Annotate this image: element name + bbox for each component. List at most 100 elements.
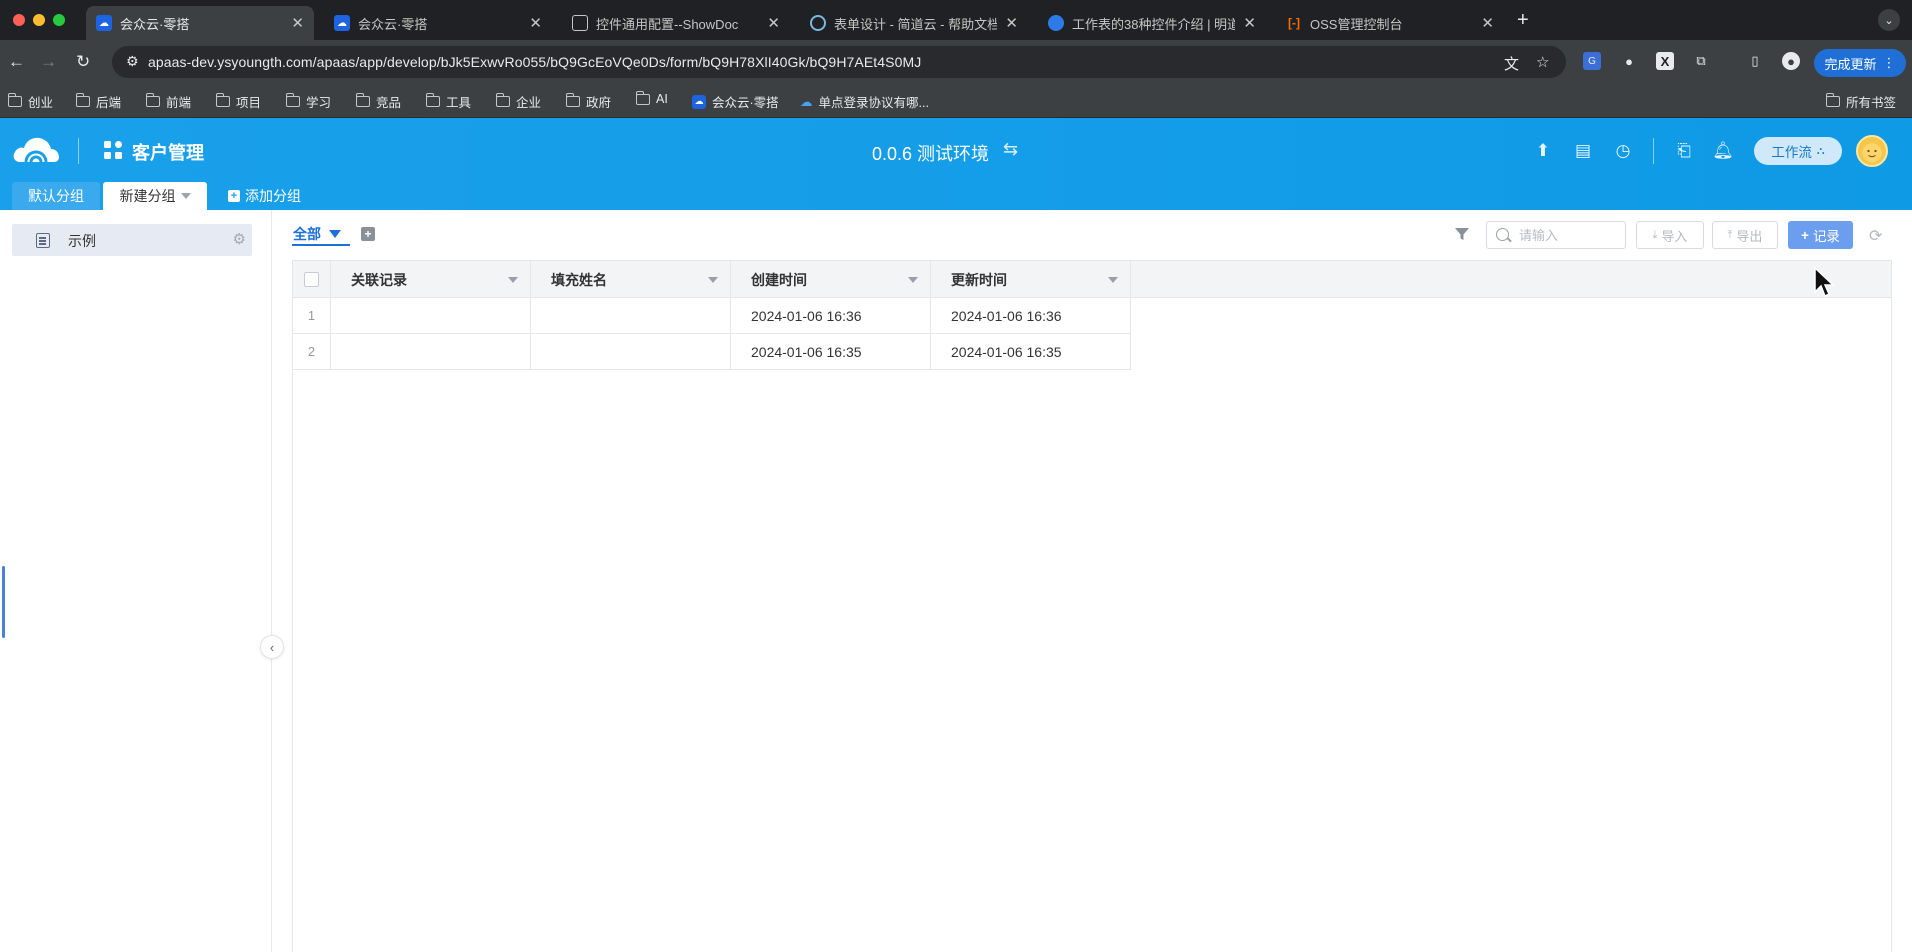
plus-square-icon: + (228, 190, 240, 202)
column-menu-caret-icon[interactable] (1108, 276, 1118, 283)
bookmark-folder[interactable]: 学习 (285, 92, 331, 111)
profile-icon[interactable]: ● (1782, 52, 1800, 70)
bookmark-folder[interactable]: AI (635, 90, 668, 106)
site-info-icon[interactable]: ⚙ (126, 53, 139, 70)
bookmark-folder[interactable]: 创业 (7, 92, 53, 111)
window-close-button[interactable] (13, 14, 25, 26)
tab-search-chevron-icon[interactable]: ⌄ (1878, 9, 1900, 31)
table-cell[interactable] (531, 334, 731, 369)
tab-close-icon[interactable]: ✕ (1243, 14, 1256, 32)
clipboard-icon[interactable]: ⎗ (1674, 141, 1694, 161)
view-tab-all[interactable]: 全部 (293, 224, 341, 244)
table-cell[interactable] (531, 298, 731, 333)
collapse-sidebar-chevron-left-icon[interactable]: ‹ (260, 635, 284, 659)
window-minimize-button[interactable] (33, 14, 45, 26)
publish-upload-icon[interactable]: ⬆ (1533, 141, 1553, 161)
column-header[interactable]: 创建时间 (731, 261, 931, 298)
extensions-puzzle-icon[interactable]: ⧉ (1692, 52, 1710, 70)
back-arrow-icon[interactable]: ← (8, 52, 25, 72)
column-header[interactable]: 更新时间 (931, 261, 1131, 298)
gear-icon[interactable]: ⚙ (233, 230, 246, 248)
browser-tab-3[interactable]: 控件通用配置--ShowDoc ✕ (562, 6, 790, 40)
browser-tab-6[interactable]: [-] OSS管理控制台 ✕ (1276, 6, 1504, 40)
column-menu-caret-icon[interactable] (708, 276, 718, 283)
tab-close-icon[interactable]: ✕ (1481, 14, 1494, 32)
record-extension-icon[interactable]: ● (1620, 52, 1638, 70)
new-tab-icon[interactable]: + (1517, 10, 1529, 30)
translate-icon[interactable]: 文 (1504, 53, 1519, 74)
bookmark-label: 单点登录协议有哪... (818, 96, 929, 110)
browser-tab-1[interactable]: ☁ 会众云·零搭 ✕ (86, 6, 314, 40)
history-clock-icon[interactable]: ◷ (1613, 141, 1633, 161)
tab-close-icon[interactable]: ✕ (1005, 14, 1018, 32)
bookmark-folder[interactable]: 后端 (75, 92, 121, 111)
app-logo-icon[interactable] (12, 134, 60, 166)
refresh-icon[interactable]: ⟳ (1869, 226, 1882, 246)
tab-title: 会众云·零搭 (358, 16, 428, 32)
bookmark-folder[interactable]: 工具 (425, 92, 471, 111)
update-button[interactable]: 完成更新 ⋮ (1814, 49, 1906, 77)
app-title: 客户管理 (132, 143, 204, 163)
browser-tab-5[interactable]: 工作表的38种控件介绍 | 明道云 ✕ (1038, 6, 1266, 40)
caret-down-icon[interactable] (329, 230, 341, 238)
add-group-button[interactable]: + 添加分组 (228, 186, 301, 206)
import-button[interactable]: ⤓ 导入 (1636, 221, 1704, 249)
translate-extension-icon[interactable]: G (1583, 52, 1601, 70)
side-panel-icon[interactable]: ▯ (1746, 52, 1764, 70)
table-cell[interactable]: 2024-01-06 16:36 (931, 298, 1131, 333)
all-bookmarks-folder[interactable]: 所有书签 (1825, 92, 1896, 111)
browser-tab-2[interactable]: ☁ 会众云·零搭 ✕ (324, 6, 552, 40)
table-cell[interactable]: 2024-01-06 16:35 (731, 334, 931, 369)
document-icon[interactable]: ▤ (1573, 141, 1593, 161)
add-view-icon[interactable]: + (361, 227, 375, 241)
tab-title: 控件通用配置--ShowDoc (596, 16, 739, 32)
active-view-underline (292, 244, 350, 246)
search-input-box[interactable] (1486, 221, 1626, 249)
avatar[interactable] (1856, 135, 1888, 167)
tab-close-icon[interactable]: ✕ (767, 14, 780, 32)
bookmark-folder[interactable]: 政府 (565, 92, 611, 111)
table-cell[interactable] (331, 334, 531, 369)
filter-funnel-icon[interactable] (1454, 226, 1470, 242)
forward-arrow-icon[interactable]: → (40, 52, 57, 72)
bookmark-folder[interactable]: 前端 (145, 92, 191, 111)
column-menu-caret-icon[interactable] (508, 276, 518, 283)
column-header-label: 关联记录 (351, 271, 407, 288)
window-zoom-button[interactable] (53, 14, 65, 26)
column-menu-caret-icon[interactable] (908, 276, 918, 283)
switch-environment-icon[interactable]: ⇆ (1003, 139, 1018, 160)
search-input[interactable] (1519, 226, 1619, 244)
x-extension-icon[interactable]: X (1656, 52, 1674, 70)
notification-bell-icon[interactable]: 🔔︎ (1712, 141, 1734, 161)
caret-down-icon[interactable] (180, 193, 191, 199)
table-cell[interactable]: 2024-01-06 16:35 (931, 334, 1131, 369)
bookmark-link[interactable]: ☁ 会众云·零搭 (692, 92, 779, 111)
column-header-label: 创建时间 (751, 271, 807, 288)
browser-tab-4[interactable]: 表单设计 - 简道云 - 帮助文档 ✕ (800, 6, 1028, 40)
group-tab-default[interactable]: 默认分组 (12, 182, 100, 210)
column-header[interactable]: 关联记录 (331, 261, 531, 298)
table-cell[interactable] (331, 298, 531, 333)
bookmark-folder[interactable]: 企业 (495, 92, 541, 111)
bookmark-star-icon[interactable]: ☆ (1536, 53, 1549, 71)
reload-icon[interactable]: ↻ (76, 52, 90, 72)
tab-close-icon[interactable]: ✕ (291, 14, 304, 32)
url-text[interactable]: apaas-dev.ysyoungth.com/apaas/app/develo… (148, 54, 921, 70)
bookmark-folder[interactable]: 竞品 (355, 92, 401, 111)
sidebar-item-example[interactable]: 示例 ⚙ (12, 224, 252, 256)
table-row[interactable]: 1 2024-01-06 16:36 2024-01-06 16:36 (293, 298, 1131, 334)
column-header[interactable]: 填充姓名 (531, 261, 731, 298)
workflow-button[interactable]: 工作流 ⛬ (1754, 137, 1842, 165)
environment-title[interactable]: 0.0.6 测试环境 (872, 140, 989, 166)
table-cell[interactable]: 2024-01-06 16:36 (731, 298, 931, 333)
tab-close-icon[interactable]: ✕ (529, 14, 542, 32)
address-bar[interactable]: ⚙ apaas-dev.ysyoungth.com/apaas/app/deve… (112, 46, 1566, 78)
sidebar-scroll-indicator[interactable] (2, 566, 5, 638)
add-record-button[interactable]: + 记录 (1788, 221, 1853, 249)
bookmark-link[interactable]: ☁ 单点登录协议有哪... (800, 92, 929, 111)
select-all-checkbox[interactable] (304, 272, 319, 287)
bookmark-folder[interactable]: 项目 (215, 92, 261, 111)
group-tab-new[interactable]: 新建分组 (103, 182, 207, 210)
export-button[interactable]: ⤒ 导出 (1712, 221, 1778, 249)
table-row[interactable]: 2 2024-01-06 16:35 2024-01-06 16:35 (293, 334, 1131, 370)
